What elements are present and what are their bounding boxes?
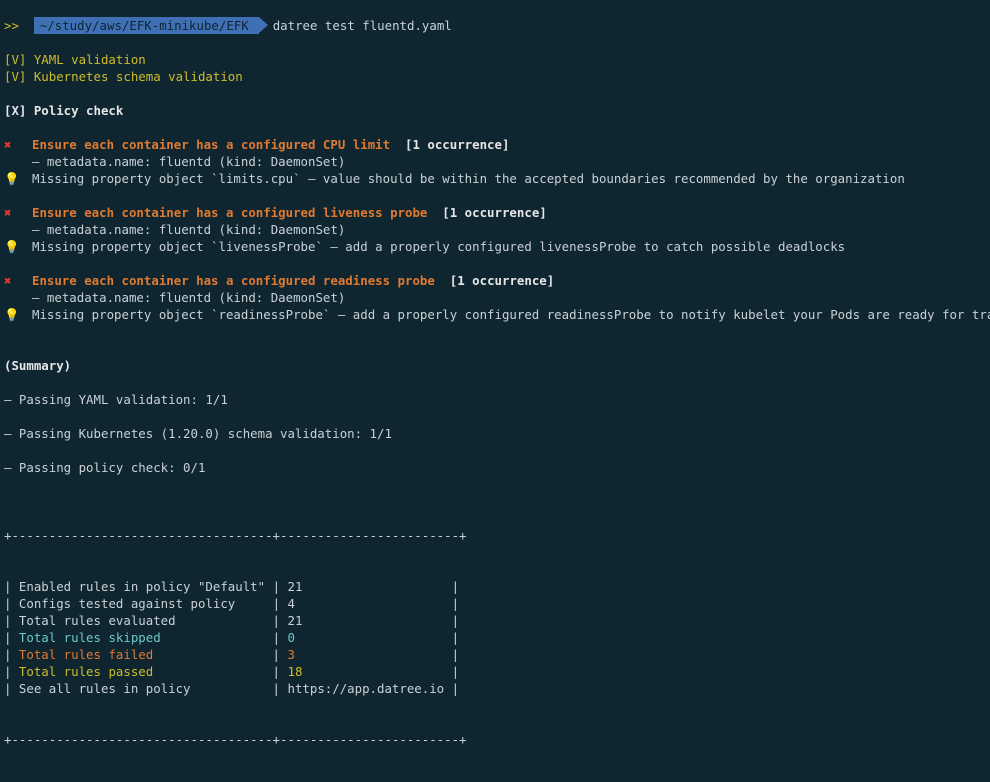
violation-title-line: ✖ Ensure each container has a configured … bbox=[4, 136, 990, 153]
violation-hint-line: 💡 Missing property object `livenessProbe`… bbox=[4, 238, 990, 255]
table-row: | Total rules passed | 18 | bbox=[4, 664, 460, 679]
occurrence-count: [1 occurrence] bbox=[405, 137, 510, 152]
lightbulb-icon: 💡 bbox=[4, 171, 20, 186]
table-border-bottom: +-----------------------------------+---… bbox=[4, 732, 467, 747]
violation-title-line: ✖ Ensure each container has a configured … bbox=[4, 204, 990, 221]
table-pipe: | bbox=[4, 681, 19, 696]
summary-yaml: — Passing YAML validation: 1/1 bbox=[4, 392, 228, 407]
table-row-label: Total rules skipped bbox=[18, 630, 161, 645]
fail-icon: ✖ bbox=[4, 273, 12, 288]
table-pipe: | bbox=[4, 613, 19, 628]
table-row: | Total rules skipped | 0 | bbox=[4, 630, 460, 645]
table-row-label: Configs tested against policy bbox=[18, 596, 236, 611]
prompt-path: ~/study/aws/EFK-minikube/EFK bbox=[33, 17, 268, 34]
table-pipe: | bbox=[4, 596, 19, 611]
table-row-label: Total rules failed bbox=[18, 647, 154, 662]
fail-icon: ✖ bbox=[4, 137, 12, 152]
table-row-value[interactable]: https://app.datree.io bbox=[287, 681, 444, 696]
violation-title: Ensure each container has a configured r… bbox=[32, 273, 435, 288]
table-pipe: | bbox=[4, 579, 19, 594]
table-pipe: | bbox=[4, 664, 19, 679]
violation-meta: — metadata.name: fluentd (kind: DaemonSe… bbox=[32, 154, 346, 169]
table-row-label: See all rules in policy bbox=[18, 681, 191, 696]
command-text: datree test fluentd.yaml bbox=[272, 18, 452, 33]
table-row-value: 21 bbox=[287, 613, 303, 628]
table-row: | Total rules evaluated | 21 | bbox=[4, 613, 460, 628]
table-row: | See all rules in policy | https://app.… bbox=[4, 681, 460, 696]
table-border-top: +-----------------------------------+---… bbox=[4, 528, 467, 543]
violation-title: Ensure each container has a configured l… bbox=[32, 205, 428, 220]
violation-hint: Missing property object `limits.cpu` — v… bbox=[32, 171, 905, 186]
check-yaml: [V] YAML validation bbox=[4, 52, 146, 67]
table-row-label: Total rules evaluated bbox=[18, 613, 176, 628]
table-row-value: 4 bbox=[287, 596, 295, 611]
occurrence-count: [1 occurrence] bbox=[442, 205, 547, 220]
table-row: | Total rules failed | 3 | bbox=[4, 647, 460, 662]
lightbulb-icon: 💡 bbox=[4, 307, 20, 322]
table-pipe: | bbox=[4, 647, 19, 662]
violation-hint-line: 💡 Missing property object `limits.cpu` — … bbox=[4, 170, 990, 187]
prompt-line: ~/study/aws/EFK-minikube/EFK datree test … bbox=[4, 0, 990, 34]
occurrence-count: [1 occurrence] bbox=[449, 273, 555, 288]
terminal-window[interactable]: ~/study/aws/EFK-minikube/EFK datree test … bbox=[0, 0, 990, 747]
check-policy: [X] Policy check bbox=[4, 103, 124, 118]
table-row-value: 21 bbox=[287, 579, 303, 594]
table-row-label: Enabled rules in policy "Default" bbox=[18, 579, 266, 594]
summary-policy: — Passing policy check: 0/1 bbox=[4, 460, 206, 475]
violation-hint: Missing property object `readinessProbe`… bbox=[32, 307, 990, 322]
violation-title: Ensure each container has a configured C… bbox=[32, 137, 391, 152]
summary-title: (Summary) bbox=[4, 358, 72, 373]
table-row-value: 18 bbox=[287, 664, 303, 679]
table-pipe: | bbox=[4, 630, 19, 645]
fail-icon: ✖ bbox=[4, 205, 12, 220]
summary-table: +-----------------------------------+---… bbox=[4, 493, 990, 782]
violation-hint-line: 💡 Missing property object `readinessProbe… bbox=[4, 306, 990, 323]
lightbulb-icon: 💡 bbox=[4, 239, 20, 254]
table-row-value: 3 bbox=[287, 647, 295, 662]
table-row-label: Total rules passed bbox=[18, 664, 154, 679]
violation-hint: Missing property object `livenessProbe` … bbox=[32, 239, 846, 254]
violation-meta: — metadata.name: fluentd (kind: DaemonSe… bbox=[32, 222, 346, 237]
violation-meta: — metadata.name: fluentd (kind: DaemonSe… bbox=[32, 290, 346, 305]
check-k8s: [V] Kubernetes schema validation bbox=[4, 69, 243, 84]
table-row-value: 0 bbox=[287, 630, 295, 645]
violation-title-line: ✖ Ensure each container has a configured … bbox=[4, 272, 990, 289]
table-row: | Enabled rules in policy "Default" | 21… bbox=[4, 579, 460, 594]
summary-k8s: — Passing Kubernetes (1.20.0) schema val… bbox=[4, 426, 392, 441]
table-row: | Configs tested against policy | 4 | bbox=[4, 596, 460, 611]
